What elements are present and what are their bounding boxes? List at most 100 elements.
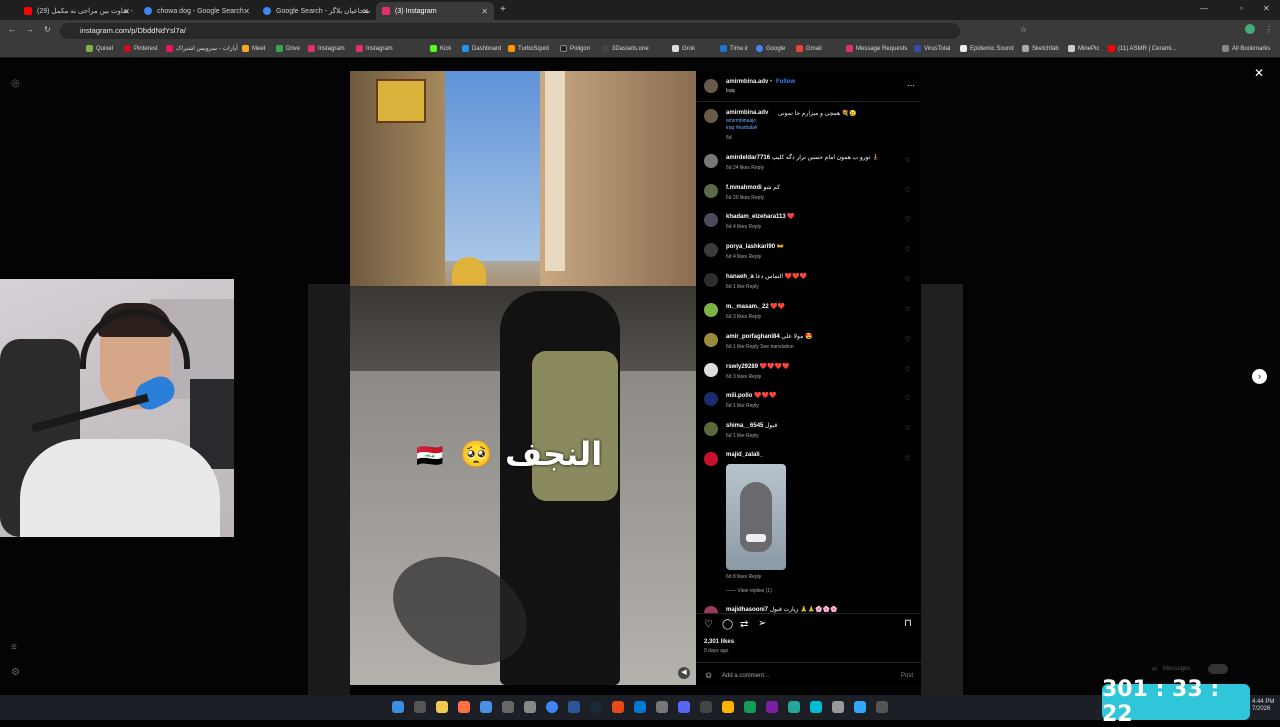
bookmark-item[interactable]: Sketchfab	[1022, 45, 1059, 52]
close-window-button[interactable]: ✕	[1263, 4, 1270, 13]
bookmark-item[interactable]: Time.ir	[720, 45, 748, 52]
heart-icon[interactable]: ♡	[905, 187, 910, 194]
comment-icon[interactable]: ◯	[722, 619, 733, 630]
heart-icon[interactable]: ♡	[905, 425, 910, 432]
new-tab-button[interactable]: +	[500, 4, 506, 15]
avatar[interactable]	[704, 392, 718, 406]
bookmark-item[interactable]: Kick	[430, 45, 451, 52]
bookmark-item[interactable]: TurboSquid	[508, 45, 549, 52]
app-icon[interactable]	[524, 701, 536, 713]
comment-image[interactable]	[726, 464, 786, 570]
bookmark-item[interactable]: Poligon	[560, 45, 590, 52]
steam-icon[interactable]	[590, 701, 602, 713]
bookmark-item[interactable]: Drive	[276, 45, 300, 52]
app-icon[interactable]	[700, 701, 712, 713]
forward-icon[interactable]: →	[26, 25, 34, 34]
app-icon[interactable]	[788, 701, 800, 713]
avatar[interactable]	[704, 422, 718, 436]
close-icon[interactable]: ✕	[123, 7, 130, 16]
repost-icon[interactable]: ⇄	[740, 619, 748, 630]
heart-icon[interactable]: ♡	[905, 395, 910, 402]
mail-icon[interactable]	[480, 701, 492, 713]
tab-youtube[interactable]: (29) تفاوت بین مراحی نه مکمل - ✕	[18, 2, 136, 20]
chrome-icon[interactable]	[546, 701, 558, 713]
more-options-icon[interactable]: ⋯	[907, 81, 915, 90]
bookmark-item[interactable]: Google	[756, 45, 785, 52]
avatar[interactable]	[1245, 24, 1255, 34]
bookmark-item[interactable]: Quixel	[86, 45, 113, 52]
author-avatar[interactable]	[704, 79, 718, 93]
bookmark-item[interactable]: VirusTotal	[914, 45, 950, 52]
instagram-icon[interactable]: ◎	[11, 78, 20, 89]
post-location[interactable]: Iraq	[726, 88, 735, 94]
avatar[interactable]	[704, 363, 718, 377]
app-icon[interactable]	[634, 701, 646, 713]
menu-icon[interactable]: ≡	[11, 642, 17, 653]
bookmark-item[interactable]: Dashboard	[462, 45, 501, 52]
app-icon[interactable]	[612, 701, 624, 713]
bookmark-item[interactable]: (11) ASMR | Cerami...	[1108, 45, 1176, 52]
heart-icon[interactable]: ♡	[704, 619, 713, 630]
discord-icon[interactable]	[678, 701, 690, 713]
all-bookmarks[interactable]: All Bookmarks	[1222, 45, 1270, 52]
app-icon[interactable]	[810, 701, 822, 713]
bookmark-item[interactable]: Message Requests	[846, 45, 907, 52]
maximize-button[interactable]: ▫	[1240, 4, 1243, 13]
bookmark-item[interactable]: Instagram	[356, 45, 393, 52]
comment-input[interactable]: Add a comment...	[722, 673, 769, 679]
mute-icon[interactable]: ◀	[678, 667, 690, 679]
bookmark-icon[interactable]: ⊓	[904, 618, 912, 629]
bookmark-item[interactable]: 3Dassets.one	[602, 45, 649, 52]
photoshop-icon[interactable]	[854, 701, 866, 713]
app-icon[interactable]	[722, 701, 734, 713]
avatar[interactable]	[704, 452, 718, 466]
task-view-icon[interactable]	[414, 701, 426, 713]
author-username[interactable]: amirmbina.adv	[726, 79, 768, 85]
view-replies-link[interactable]: —— View replies (1)	[726, 588, 772, 594]
caption-username[interactable]: amirmbina.adv	[726, 110, 768, 116]
heart-icon[interactable]: ♡	[905, 455, 910, 462]
app-icon[interactable]	[744, 701, 756, 713]
close-icon[interactable]: ✕	[481, 7, 488, 16]
avatar[interactable]	[704, 184, 718, 198]
post-video[interactable]: 🇮🇶 🥺 النجف ◀	[350, 71, 696, 685]
post-comment-button[interactable]: Post	[901, 673, 913, 679]
caption-tag[interactable]: amirmbinaajo	[726, 118, 756, 124]
search-app-icon[interactable]	[458, 701, 470, 713]
bookmark-item[interactable]: آپارات - سرویس اشتراک	[166, 45, 238, 52]
heart-icon[interactable]: ♡	[905, 336, 910, 343]
minimize-button[interactable]: —	[1200, 4, 1208, 13]
avatar[interactable]	[704, 273, 718, 287]
app-icon[interactable]	[832, 701, 844, 713]
heart-icon[interactable]: ♡	[905, 246, 910, 253]
app-icon[interactable]	[876, 701, 888, 713]
close-icon[interactable]: ✕	[243, 7, 250, 16]
share-icon[interactable]: ➢	[758, 618, 766, 629]
more-icon[interactable]: ⚙	[11, 667, 20, 678]
heart-icon[interactable]: ♡	[905, 157, 910, 164]
star-icon[interactable]: ☆	[1020, 25, 1027, 34]
bookmark-item[interactable]: MinePic	[1068, 45, 1099, 52]
avatar[interactable]	[704, 333, 718, 347]
bookmark-item[interactable]: Gmail	[796, 45, 822, 52]
bookmark-item[interactable]: Pinterest	[124, 45, 158, 52]
caption-tag[interactable]: iraq #karbala#	[726, 125, 758, 131]
settings-icon[interactable]	[502, 701, 514, 713]
tab-instagram[interactable]: (3) Instagram ✕	[376, 2, 494, 20]
follow-button[interactable]: Follow	[776, 79, 795, 85]
heart-icon[interactable]: ♡	[905, 366, 910, 373]
bookmark-item[interactable]: Instagram	[308, 45, 345, 52]
heart-icon[interactable]: ♡	[905, 306, 910, 313]
emoji-icon[interactable]: ☺	[704, 670, 713, 680]
avatar[interactable]	[704, 243, 718, 257]
bookmark-item[interactable]: Grok	[672, 45, 695, 52]
avatar[interactable]	[704, 154, 718, 168]
url-input[interactable]: instagram.com/p/DbddNdYsl7a/	[60, 23, 960, 39]
next-post-arrow-icon[interactable]: ›	[1252, 369, 1267, 384]
file-explorer-icon[interactable]	[436, 701, 448, 713]
tab-google-2[interactable]: Google Search - شجاعیان بلاگر ✕	[257, 2, 375, 20]
app-icon[interactable]	[656, 701, 668, 713]
bookmark-item[interactable]: Meet	[242, 45, 265, 52]
reload-icon[interactable]: ↻	[44, 25, 51, 34]
menu-icon[interactable]: ⋮	[1265, 25, 1273, 34]
